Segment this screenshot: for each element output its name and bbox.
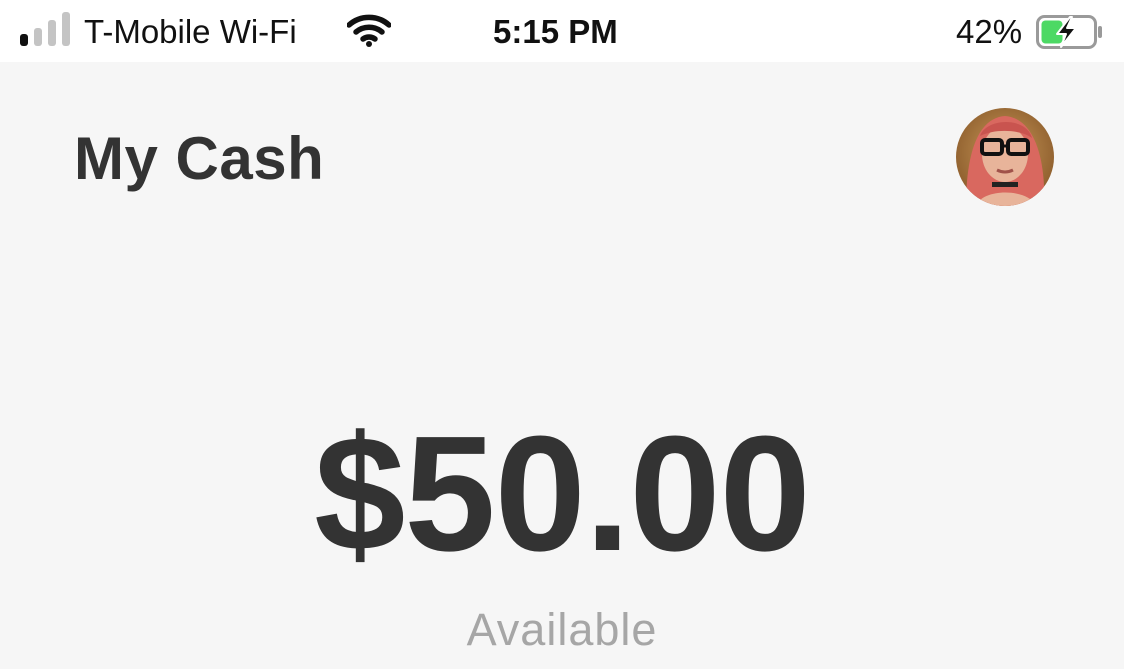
profile-avatar[interactable] bbox=[956, 108, 1054, 206]
my-cash-screen: T-Mobile Wi-Fi 5:15 PM 42% My Cash $50.0… bbox=[0, 0, 1124, 669]
avatar-photo bbox=[956, 108, 1054, 206]
page-title: My Cash bbox=[74, 125, 325, 192]
carrier-name: T-Mobile Wi-Fi bbox=[84, 13, 297, 50]
cash-balance: $50.00 bbox=[314, 402, 811, 585]
balance-status-label: Available bbox=[466, 604, 658, 655]
status-time: 5:15 PM bbox=[493, 13, 618, 50]
signal-strength-icon bbox=[20, 12, 70, 46]
battery-charging-icon bbox=[1036, 15, 1102, 49]
battery-percentage: 42% bbox=[956, 13, 1023, 50]
status-bar: T-Mobile Wi-Fi 5:15 PM 42% bbox=[0, 0, 1124, 62]
wifi-icon bbox=[347, 14, 391, 47]
